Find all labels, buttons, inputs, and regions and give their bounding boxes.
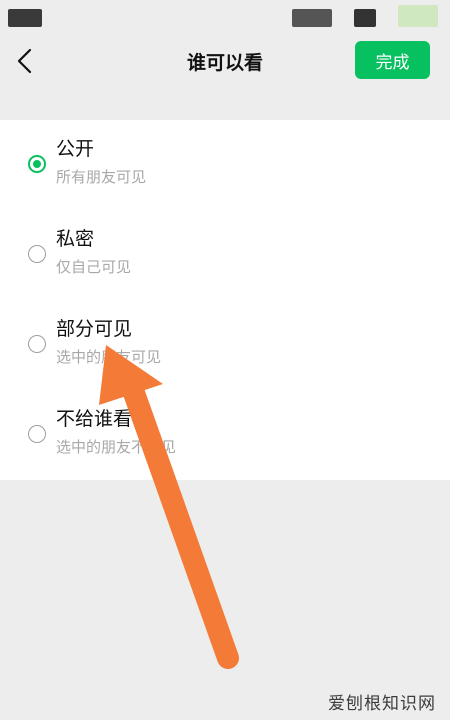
option-partial[interactable]: 部分可见 选中的朋友可见 bbox=[0, 300, 450, 390]
radio-unchecked-icon[interactable] bbox=[28, 245, 46, 263]
option-subtitle: 选中的朋友不可见 bbox=[56, 438, 177, 456]
status-left-icon bbox=[8, 9, 42, 27]
nav-bar: 谁可以看 完成 bbox=[0, 36, 450, 86]
status-battery-icon bbox=[354, 9, 376, 27]
radio-unchecked-icon[interactable] bbox=[28, 335, 46, 353]
done-button[interactable]: 完成 bbox=[355, 41, 430, 79]
watermark-text: 爱刨根知识网 bbox=[328, 694, 436, 714]
option-title: 部分可见 bbox=[56, 318, 133, 340]
option-subtitle: 所有朋友可见 bbox=[56, 168, 147, 186]
option-subtitle: 仅自己可见 bbox=[56, 258, 132, 276]
option-title: 公开 bbox=[56, 138, 95, 160]
option-subtitle: 选中的朋友可见 bbox=[56, 348, 162, 366]
radio-checked-icon[interactable] bbox=[28, 155, 46, 173]
option-title: 私密 bbox=[56, 228, 95, 250]
status-right-icon bbox=[398, 5, 438, 27]
radio-unchecked-icon[interactable] bbox=[28, 425, 46, 443]
option-title: 不给谁看 bbox=[56, 408, 133, 430]
status-bar bbox=[0, 0, 450, 36]
option-public[interactable]: 公开 所有朋友可见 bbox=[0, 120, 450, 210]
status-signal-icon bbox=[292, 9, 332, 27]
option-exclude[interactable]: 不给谁看 选中的朋友不可见 bbox=[0, 390, 450, 480]
visibility-options: 公开 所有朋友可见 私密 仅自己可见 部分可见 选中的朋友可见 不给谁看 选中的… bbox=[0, 120, 450, 480]
option-private[interactable]: 私密 仅自己可见 bbox=[0, 210, 450, 300]
